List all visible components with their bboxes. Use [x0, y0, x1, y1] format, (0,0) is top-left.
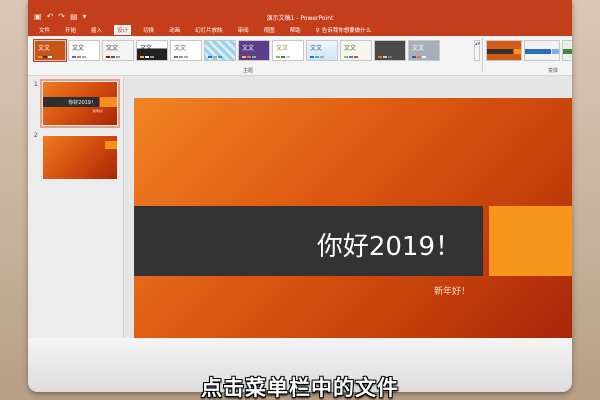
document-title: 演示文稿1 - PowerPoint	[266, 15, 334, 22]
theme-thumbnail[interactable]: 文文	[238, 40, 270, 61]
theme-sample-text: 文文	[140, 45, 153, 52]
group-separator	[482, 38, 483, 72]
monitor-frame: ▣ ↶ ↷ ▤ ▾ 演示文稿1 - PowerPoint 文件 开始 插入 设计…	[28, 0, 572, 392]
title-bar: ▣ ↶ ↷ ▤ ▾ 演示文稿1 - PowerPoint	[28, 10, 572, 24]
themes-gallery: 文文 文文 文文 文文 文文 文文 文文 文文 文文 文文	[33, 39, 440, 62]
variants-gallery	[486, 40, 572, 61]
variants-group-label: 变体	[548, 68, 559, 74]
slide-subtitle[interactable]: 新年好！	[434, 284, 470, 297]
tell-me-search[interactable]: ♀ 告诉我你想要做什么	[313, 25, 375, 35]
theme-thumbnail[interactable]: 文文	[33, 39, 67, 62]
ribbon-tabs: 文件 开始 插入 设计 切换 动画 幻灯片放映 审阅 视图 帮助 ♀ 告诉我你想要…	[28, 24, 572, 36]
theme-thumbnail[interactable]: 文文	[408, 40, 440, 61]
tab-transitions[interactable]: 切换	[140, 25, 157, 35]
theme-sample-text: 文文	[412, 45, 425, 52]
tab-review[interactable]: 审阅	[235, 25, 252, 35]
lightbulb-icon: ♀	[315, 28, 320, 34]
slide-thumbnail-2[interactable]	[43, 136, 117, 179]
accent-square	[489, 206, 572, 276]
variant-thumbnail[interactable]	[524, 40, 560, 61]
ribbon-design: 文文 文文 文文 文文 文文 文文 文文 文文 文文 文文 ▴▾ 主题 变体	[28, 36, 572, 76]
tab-file[interactable]: 文件	[36, 25, 53, 35]
theme-sample-text: 文文	[106, 45, 119, 52]
theme-thumbnail[interactable]: 文文	[340, 40, 372, 61]
tab-animations[interactable]: 动画	[166, 25, 183, 35]
theme-sample-text: 文文	[242, 45, 255, 52]
theme-thumbnail[interactable]: 文文	[272, 40, 304, 61]
theme-thumbnail[interactable]: 文文	[306, 40, 338, 61]
tab-home[interactable]: 开始	[62, 25, 79, 35]
slide-thumbnails-panel: 1 你好2019！ 新年好！ 2	[28, 76, 124, 338]
thumb-title: 你好2019！	[68, 100, 96, 106]
tab-design[interactable]: 设计	[114, 25, 132, 35]
theme-thumbnail[interactable]: 文文	[170, 40, 202, 61]
tab-view[interactable]: 视图	[261, 25, 278, 35]
variant-thumbnail[interactable]	[562, 40, 572, 61]
variant-thumbnail[interactable]	[486, 40, 522, 61]
theme-thumbnail[interactable]: 文文	[68, 40, 100, 61]
theme-thumbnail[interactable]: 文文	[102, 40, 134, 61]
tell-me-label: 告诉我你想要做什么	[321, 28, 372, 34]
slide-title[interactable]: 你好2019！	[317, 226, 461, 263]
theme-thumbnail[interactable]: 文文	[136, 40, 168, 61]
theme-sample-text: 文文	[174, 45, 187, 52]
window-top-strip	[28, 0, 572, 10]
title-band: 你好2019！	[134, 206, 483, 276]
slide-number: 2	[34, 132, 38, 139]
thumb-subtitle: 新年好！	[93, 109, 106, 113]
theme-sample-text: 文文	[344, 45, 357, 52]
slide-canvas[interactable]: 你好2019！ 新年好！	[134, 98, 572, 338]
video-caption: 点击菜单栏中的文件	[201, 376, 399, 400]
slide-number: 1	[34, 81, 38, 88]
slide-thumbnail-1[interactable]: 你好2019！ 新年好！	[40, 79, 120, 128]
theme-sample-text: 文文	[38, 45, 51, 52]
workspace: 1 你好2019！ 新年好！ 2 你好2019！ 新年好！	[28, 76, 572, 338]
themes-group-label: 主题	[243, 68, 254, 74]
theme-sample-text: 文文	[310, 45, 323, 52]
theme-sample-text: 文文	[72, 45, 85, 52]
tab-slideshow[interactable]: 幻灯片放映	[192, 25, 226, 35]
powerpoint-window: ▣ ↶ ↷ ▤ ▾ 演示文稿1 - PowerPoint 文件 开始 插入 设计…	[28, 0, 572, 338]
theme-thumbnail[interactable]	[374, 40, 406, 61]
theme-sample-text: 文文	[276, 45, 289, 52]
tab-insert[interactable]: 插入	[88, 25, 105, 35]
theme-thumbnail[interactable]	[204, 40, 236, 61]
gallery-more-button[interactable]: ▴▾	[474, 40, 480, 61]
tab-help[interactable]: 帮助	[287, 25, 304, 35]
